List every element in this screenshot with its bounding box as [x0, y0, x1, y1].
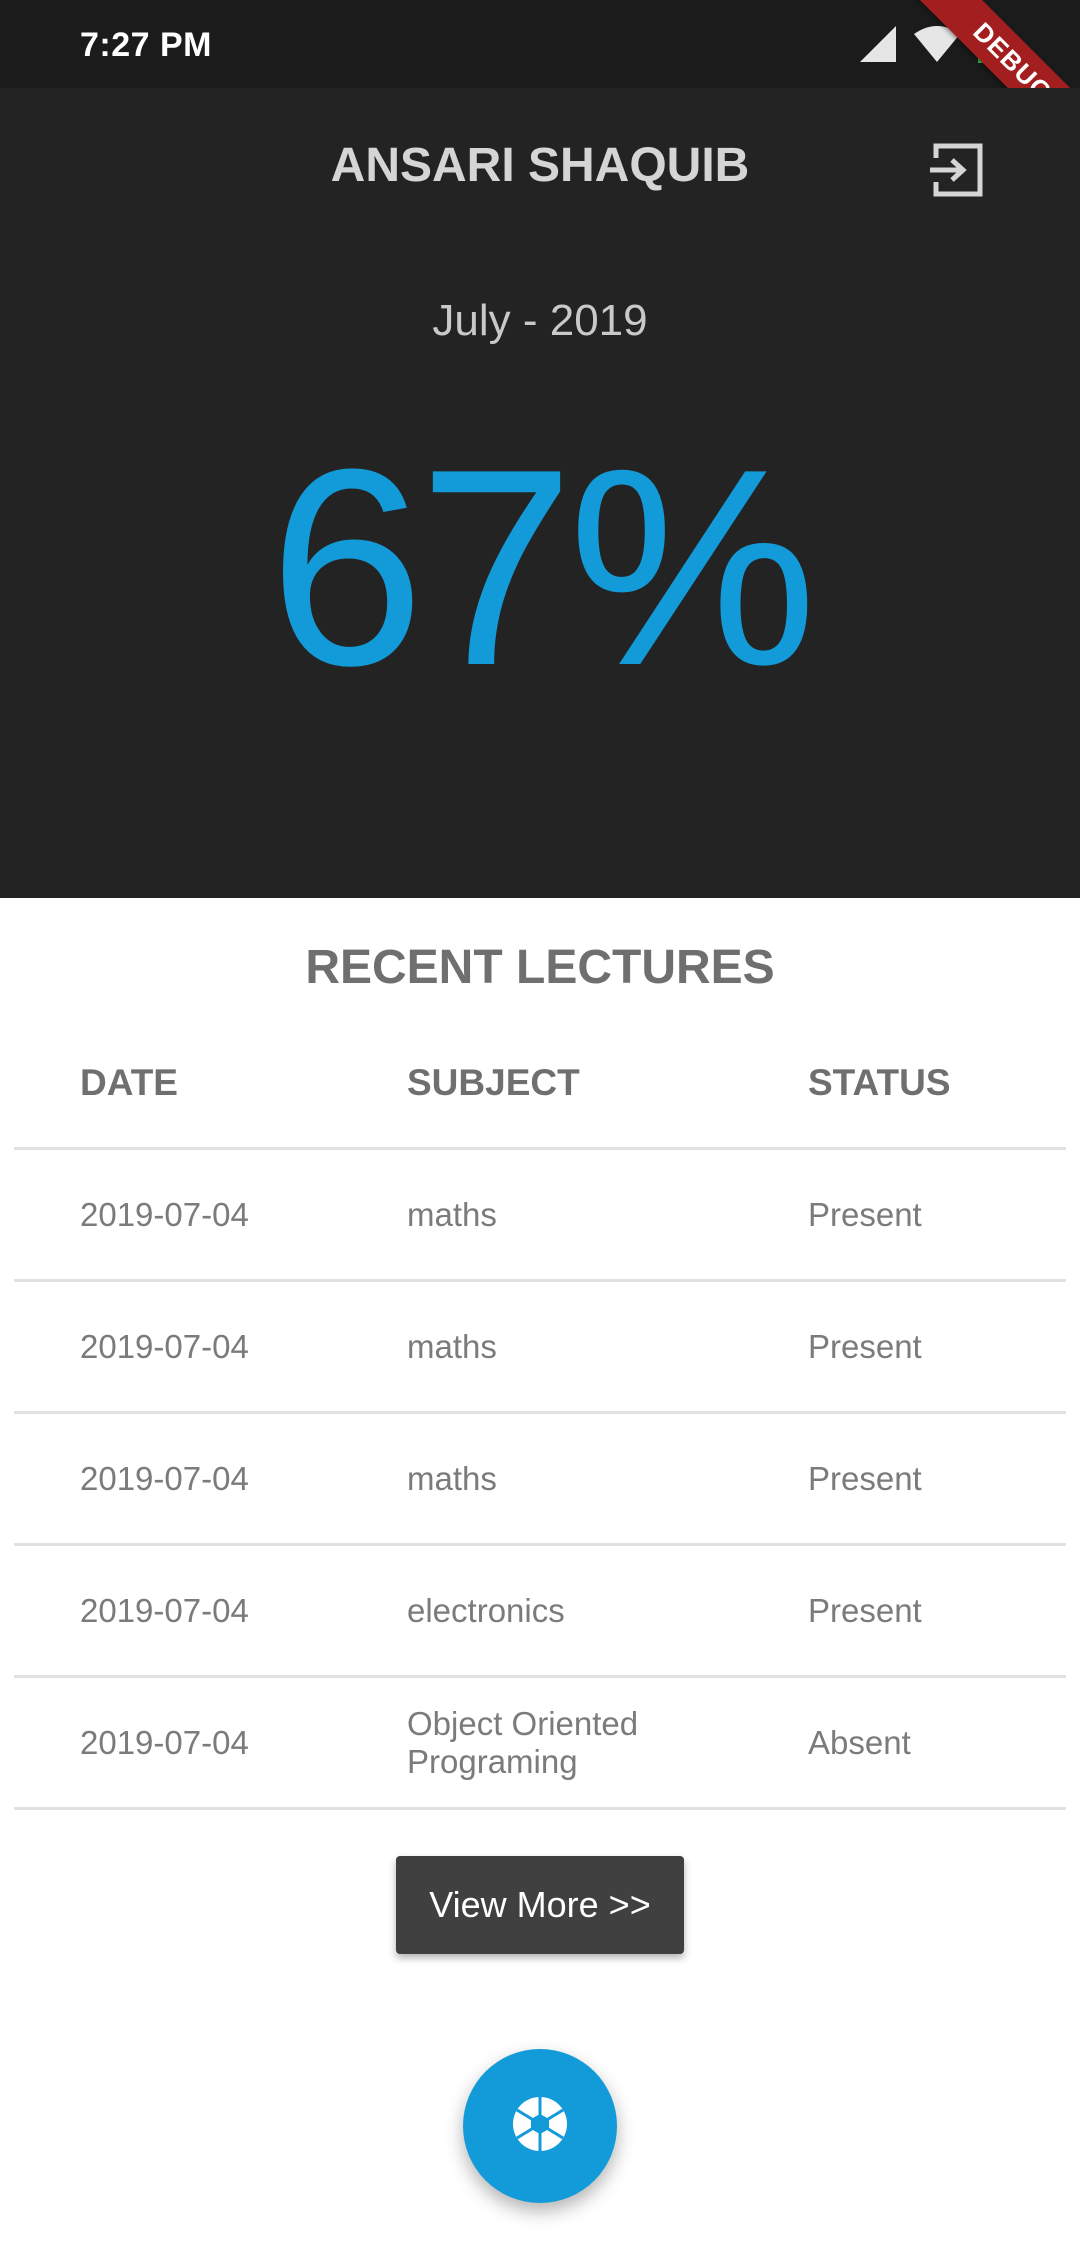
app-screen: 7:27 PM DEBUG ANSARI SHAQUIB July - 2019… [0, 0, 1080, 2246]
camera-shutter-icon [510, 2094, 570, 2159]
row-status: Present [808, 1195, 922, 1233]
table-row: 2019-07-04 maths Present [14, 1282, 1066, 1414]
column-header-subject: SUBJECT [407, 1062, 580, 1104]
row-date: 2019-07-04 [80, 1195, 249, 1233]
row-status: Absent [808, 1723, 911, 1761]
logout-icon[interactable] [928, 140, 988, 200]
column-header-date: DATE [80, 1062, 178, 1104]
row-date: 2019-07-04 [80, 1591, 249, 1629]
status-time: 7:27 PM [80, 26, 212, 64]
row-subject: electronics [407, 1591, 565, 1629]
table-row: 2019-07-04 electronics Present [14, 1546, 1066, 1678]
lectures-table: DATE SUBJECT STATUS 2019-07-04 maths Pre… [14, 1020, 1066, 1810]
table-row: 2019-07-04 Object Oriented Programing Ab… [14, 1678, 1066, 1810]
signal-icon [858, 24, 898, 64]
row-date: 2019-07-04 [80, 1327, 249, 1365]
row-subject: maths [407, 1459, 497, 1497]
table-header-row: DATE SUBJECT STATUS [14, 1020, 1066, 1150]
attendance-percentage: 67% [268, 412, 817, 724]
row-status: Present [808, 1459, 922, 1497]
table-row: 2019-07-04 maths Present [14, 1150, 1066, 1282]
row-subject: maths [407, 1327, 497, 1365]
row-date: 2019-07-04 [80, 1459, 249, 1497]
month-label: July - 2019 [432, 296, 648, 345]
table-row: 2019-07-04 maths Present [14, 1414, 1066, 1546]
attendance-header: ANSARI SHAQUIB July - 2019 67% [0, 88, 1080, 898]
view-more-button[interactable]: View More >> [396, 1856, 684, 1954]
status-bar: 7:27 PM [0, 0, 1080, 88]
row-date: 2019-07-04 [80, 1723, 249, 1761]
row-subject: maths [407, 1195, 497, 1233]
row-subject: Object Oriented Programing [407, 1704, 639, 1780]
student-name: ANSARI SHAQUIB [330, 139, 750, 192]
recent-lectures-title: RECENT LECTURES [305, 941, 775, 994]
column-header-status: STATUS [808, 1062, 951, 1104]
row-status: Present [808, 1327, 922, 1365]
camera-fab-button[interactable] [463, 2049, 617, 2203]
row-status: Present [808, 1591, 922, 1629]
